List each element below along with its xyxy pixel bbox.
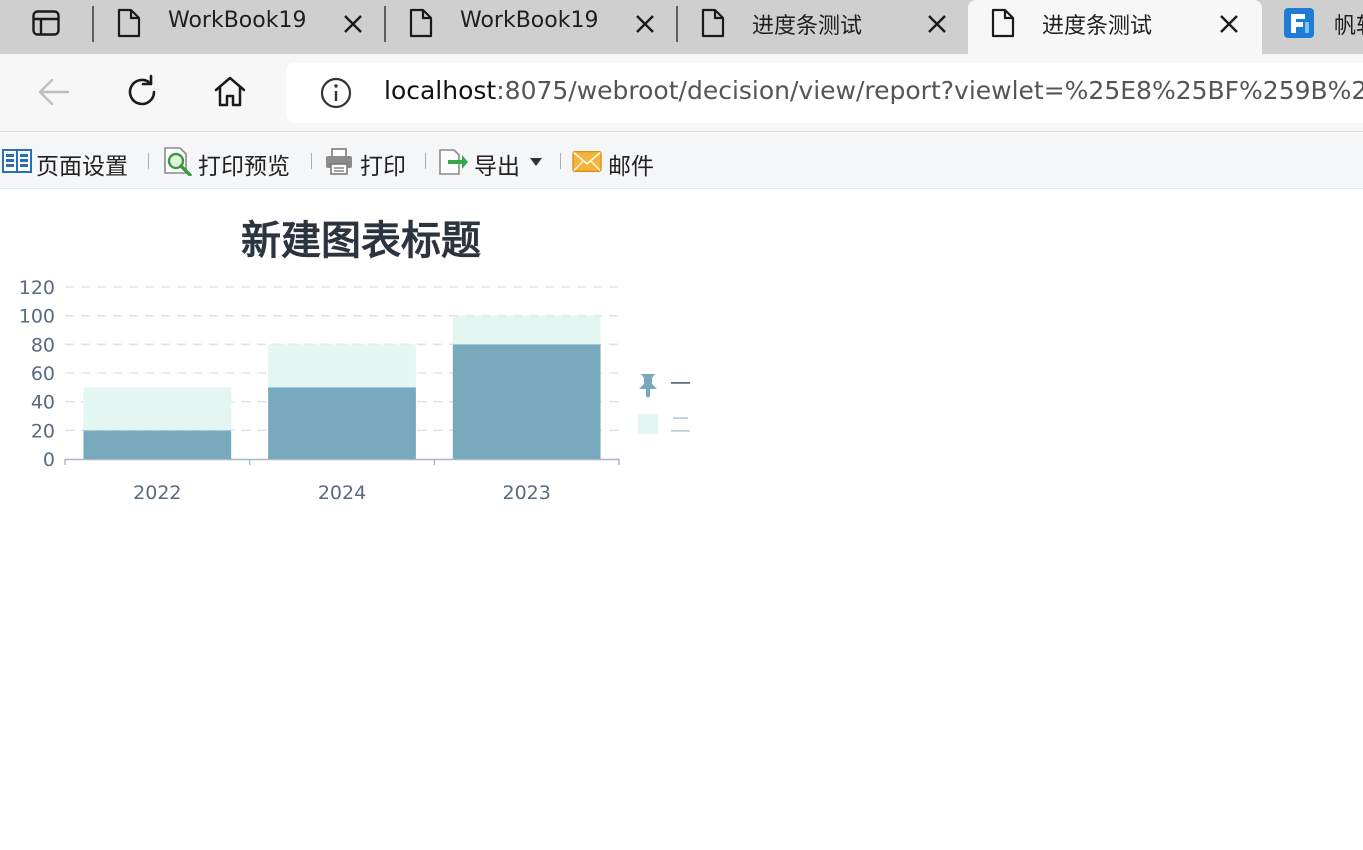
toolbar-separator [425, 153, 426, 169]
print-label: 打印 [360, 154, 406, 180]
export-label: 导出 [474, 154, 520, 180]
tab-title: 帆软 [1334, 14, 1363, 39]
close-icon[interactable] [926, 13, 948, 35]
y-tick-label: 40 [31, 392, 55, 414]
bar-2022-series-1[interactable] [83, 430, 232, 459]
chart-container: 新建图表标题 0 20 40 60 80 100 120 2022 2024 2023 一二 [0, 190, 720, 520]
caret-down-icon [530, 158, 542, 166]
bar-2024-series-2[interactable] [268, 344, 416, 388]
print-preview-label: 打印预览 [198, 154, 290, 180]
mail-icon [572, 150, 602, 172]
address-bar[interactable]: localhost:8075/webroot/decision/view/rep… [286, 63, 1363, 123]
print-preview-button[interactable]: 打印预览 [162, 146, 296, 180]
print-button[interactable]: 打印 [324, 146, 410, 180]
bar-2022-series-2[interactable] [83, 387, 232, 431]
tab-title: WorkBook19 [168, 8, 307, 33]
bar-2024-series-1[interactable] [268, 387, 416, 459]
x-tick-label: 2022 [133, 482, 181, 504]
stacked-bar-chart: 0 20 40 60 80 100 120 2022 2024 2023 一二 [19, 277, 691, 504]
page-setup-icon [2, 149, 32, 173]
site-info-icon[interactable] [320, 77, 352, 109]
y-tick-label: 60 [31, 363, 55, 385]
tab-progress-test-1[interactable]: 进度条测试 [678, 0, 966, 48]
close-icon[interactable] [634, 13, 656, 35]
tab-title: 进度条测试 [752, 14, 863, 39]
url-path: :8075/webroot/decision/view/report?viewl… [496, 76, 1363, 105]
tab-title: 进度条测试 [1042, 14, 1153, 39]
reload-icon[interactable] [124, 74, 160, 110]
y-tick-label: 80 [31, 334, 55, 356]
legend-swatch-series-2 [638, 414, 658, 434]
bar-2023-series-2[interactable] [452, 315, 601, 345]
export-dropdown-button[interactable]: 导出 [438, 146, 546, 180]
print-preview-icon [164, 147, 192, 176]
page-setup-button[interactable]: 页面设置 [2, 146, 134, 180]
toolbar-separator [560, 153, 561, 169]
bar-2023-series-1[interactable] [452, 344, 601, 459]
page-setup-label: 页面设置 [36, 154, 128, 180]
toolbar-separator [311, 153, 312, 169]
toolbar-separator [148, 153, 149, 169]
y-tick-label: 0 [43, 449, 55, 471]
browser-tab-strip: WorkBook19 WorkBook19 进度条测试 进度条测试 帆 [0, 0, 1363, 54]
tab-workbook19-1[interactable]: WorkBook19 [94, 0, 384, 48]
url-host: localhost [384, 76, 497, 105]
tab-fanruan[interactable]: 帆软 [1264, 0, 1363, 48]
tab-actions-button[interactable] [0, 0, 92, 48]
url-text[interactable]: localhost:8075/webroot/decision/view/rep… [384, 76, 1363, 105]
fanruan-logo-icon [1284, 8, 1314, 38]
x-tick-label: 2024 [318, 482, 366, 504]
tab-actions-icon [32, 10, 60, 36]
tab-progress-test-active[interactable]: 进度条测试 [968, 0, 1262, 54]
y-tick-label: 100 [19, 306, 55, 328]
browser-navigation-bar: localhost:8075/webroot/decision/view/rep… [0, 54, 1363, 132]
mail-label: 邮件 [608, 154, 654, 180]
tab-workbook19-2[interactable]: WorkBook19 [386, 0, 676, 48]
tab-title: WorkBook19 [460, 8, 599, 33]
export-icon [439, 149, 468, 175]
page-icon [991, 8, 1015, 38]
legend-label-series-1[interactable]: 一 [670, 372, 691, 396]
back-arrow-icon[interactable] [36, 74, 72, 110]
legend-pin-icon [639, 374, 657, 398]
legend-label-series-2[interactable]: 二 [670, 413, 691, 437]
home-icon[interactable] [212, 74, 248, 110]
page-icon [409, 8, 433, 38]
close-icon[interactable] [1218, 13, 1240, 35]
close-icon[interactable] [342, 13, 364, 35]
x-tick-label: 2023 [502, 482, 550, 504]
printer-icon [326, 148, 352, 175]
page-icon [701, 8, 725, 38]
y-tick-label: 20 [31, 420, 55, 442]
y-tick-label: 120 [19, 277, 55, 299]
report-toolbar: 页面设置 打印预览 打印 导出 邮件 [0, 133, 1363, 189]
page-icon [117, 8, 141, 38]
mail-button[interactable]: 邮件 [572, 146, 660, 180]
